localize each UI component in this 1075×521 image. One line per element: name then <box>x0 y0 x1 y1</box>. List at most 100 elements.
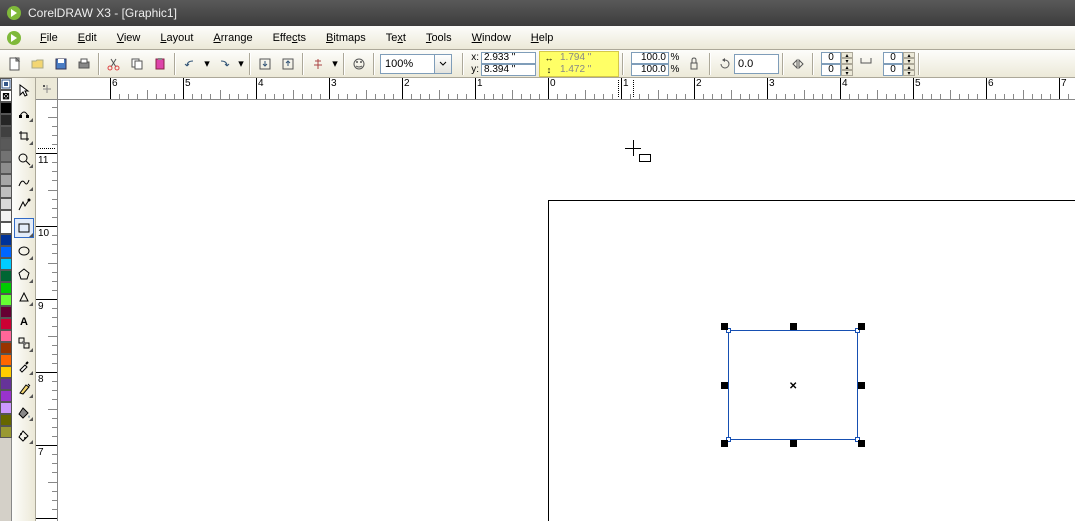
spinner[interactable]: ▴▾ <box>841 52 853 64</box>
redo-dropdown[interactable]: ▾ <box>236 53 246 75</box>
menu-edit[interactable]: Edit <box>68 29 107 47</box>
resize-handle[interactable] <box>790 323 797 330</box>
ellipse-tool[interactable] <box>14 241 34 261</box>
lock-ratio-button[interactable] <box>684 52 704 76</box>
scale-x-input[interactable] <box>631 52 669 64</box>
swatch[interactable] <box>0 294 12 306</box>
scale-y-input[interactable] <box>631 64 669 76</box>
ruler-horizontal[interactable]: 65432101234567 <box>58 78 1075 100</box>
swatch[interactable] <box>0 318 12 330</box>
export-button[interactable] <box>277 53 299 75</box>
y-input[interactable] <box>481 64 536 76</box>
interactive-fill-tool[interactable] <box>14 425 34 445</box>
zoom-tool[interactable] <box>14 149 34 169</box>
resize-handle[interactable] <box>858 440 865 447</box>
swatch[interactable] <box>0 378 12 390</box>
swatch[interactable] <box>0 102 12 114</box>
zoom-field[interactable] <box>380 54 452 74</box>
crop-tool[interactable] <box>14 126 34 146</box>
open-button[interactable] <box>27 53 49 75</box>
swatch[interactable] <box>0 354 12 366</box>
rectangle-tool[interactable] <box>14 218 34 238</box>
launcher-dropdown[interactable]: ▾ <box>330 53 340 75</box>
ruler-origin[interactable] <box>36 78 58 100</box>
zoom-dropdown[interactable] <box>435 54 452 74</box>
swatch[interactable] <box>0 270 12 282</box>
swatch[interactable] <box>0 246 12 258</box>
new-button[interactable] <box>4 53 26 75</box>
resize-handle[interactable] <box>858 323 865 330</box>
swatch[interactable] <box>0 390 12 402</box>
import-button[interactable] <box>254 53 276 75</box>
menu-arrange[interactable]: Arrange <box>203 29 262 47</box>
resize-handle[interactable] <box>858 382 865 389</box>
swatch[interactable] <box>0 126 12 138</box>
swatch[interactable] <box>0 186 12 198</box>
spinner[interactable]: ▴▾ <box>903 64 915 76</box>
menu-view[interactable]: View <box>107 29 151 47</box>
swatch[interactable] <box>0 402 12 414</box>
fill-tool[interactable] <box>14 402 34 422</box>
height-input[interactable] <box>558 64 618 76</box>
corner-y2-input[interactable] <box>883 64 903 76</box>
resize-handle[interactable] <box>790 440 797 447</box>
swatch[interactable] <box>0 222 12 234</box>
zoom-input[interactable] <box>380 54 435 74</box>
shape-tool[interactable] <box>14 103 34 123</box>
selected-rectangle[interactable]: ✕ <box>728 330 858 440</box>
menu-help[interactable]: Help <box>521 29 564 47</box>
save-button[interactable] <box>50 53 72 75</box>
cut-button[interactable] <box>103 53 125 75</box>
menu-bitmaps[interactable]: Bitmaps <box>316 29 376 47</box>
smart-drawing-tool[interactable] <box>14 195 34 215</box>
swatch[interactable] <box>0 162 12 174</box>
pick-tool[interactable] <box>14 80 34 100</box>
center-marker[interactable]: ✕ <box>789 381 797 392</box>
swatch[interactable] <box>0 282 12 294</box>
mirror-h-button[interactable] <box>787 53 809 75</box>
freehand-tool[interactable] <box>14 172 34 192</box>
swatch[interactable] <box>0 366 12 378</box>
redo-button[interactable] <box>213 53 235 75</box>
spinner[interactable]: ▴▾ <box>903 52 915 64</box>
menu-window[interactable]: Window <box>462 29 521 47</box>
resize-handle[interactable] <box>721 323 728 330</box>
menu-layout[interactable]: Layout <box>150 29 203 47</box>
swatch[interactable] <box>0 414 12 426</box>
copy-button[interactable] <box>126 53 148 75</box>
eyedropper-tool[interactable] <box>14 356 34 376</box>
width-input[interactable] <box>558 52 618 64</box>
menu-file[interactable]: File <box>30 29 68 47</box>
undo-dropdown[interactable]: ▾ <box>202 53 212 75</box>
corner-toggle-icon[interactable] <box>856 52 876 76</box>
swatch[interactable] <box>0 306 12 318</box>
x-input[interactable] <box>481 52 536 64</box>
swatch[interactable] <box>0 114 12 126</box>
menu-tools[interactable]: Tools <box>416 29 462 47</box>
print-button[interactable] <box>73 53 95 75</box>
paste-button[interactable] <box>149 53 171 75</box>
text-tool[interactable]: A <box>14 310 34 330</box>
swatch[interactable] <box>0 234 12 246</box>
corner-x1-input[interactable] <box>821 52 841 64</box>
swatch[interactable] <box>0 138 12 150</box>
corner-y1-input[interactable] <box>821 64 841 76</box>
resize-handle[interactable] <box>721 440 728 447</box>
rotation-input[interactable] <box>734 54 779 74</box>
canvas[interactable]: ✕ <box>58 100 1075 521</box>
corner-x2-input[interactable] <box>883 52 903 64</box>
swatch-editor-icon[interactable] <box>0 78 12 90</box>
swatch[interactable] <box>0 258 12 270</box>
swatch[interactable] <box>0 342 12 354</box>
swatch[interactable] <box>0 330 12 342</box>
resize-handle[interactable] <box>721 382 728 389</box>
swatch[interactable] <box>0 150 12 162</box>
welcome-button[interactable] <box>348 53 370 75</box>
ruler-vertical[interactable]: 11109876 <box>36 100 58 521</box>
app-launcher-button[interactable] <box>307 53 329 75</box>
basic-shapes-tool[interactable] <box>14 287 34 307</box>
menu-effects[interactable]: Effects <box>263 29 316 47</box>
swatch[interactable] <box>0 426 12 438</box>
menu-text[interactable]: Text <box>376 29 416 47</box>
swatch-none[interactable]: ⊠ <box>0 90 12 102</box>
